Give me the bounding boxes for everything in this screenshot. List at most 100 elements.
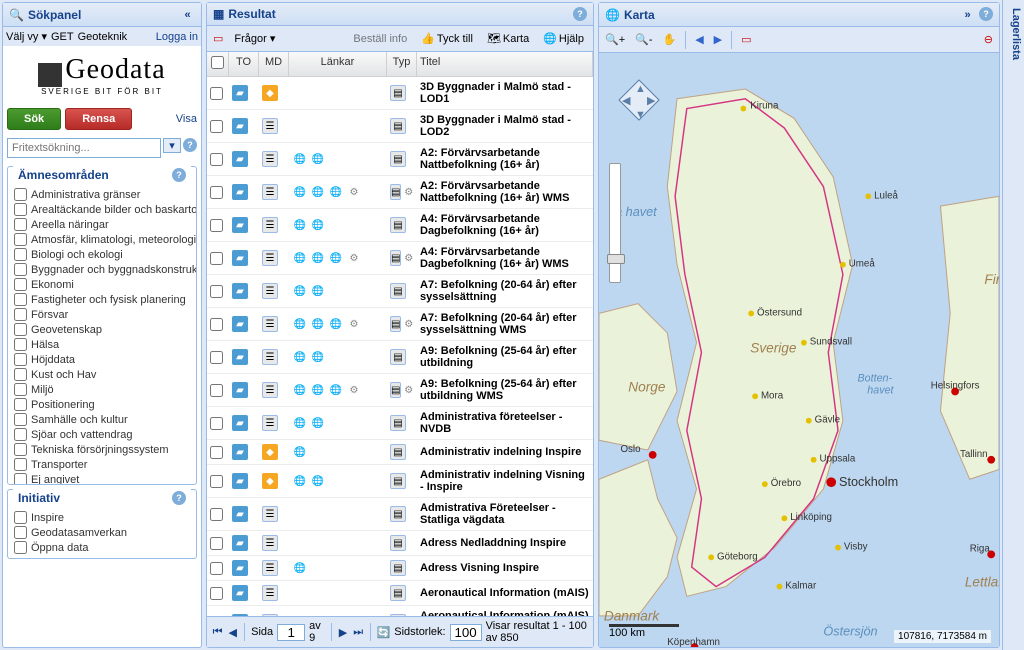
doc-icon[interactable]: ☰ [262, 184, 278, 200]
clear-button[interactable]: Rensa [65, 108, 132, 130]
doc-icon[interactable]: ☰ [262, 585, 278, 601]
subject-checkbox[interactable] [14, 368, 27, 381]
layer-icon[interactable]: ▰ [232, 560, 248, 576]
last-page-icon[interactable]: ⏭ [353, 625, 364, 640]
globe-icon[interactable]: 🌐 [310, 217, 326, 233]
subject-checkbox[interactable] [14, 353, 27, 366]
collapse-left-icon[interactable]: « [180, 7, 195, 22]
gear-icon[interactable]: ⚙ [346, 382, 362, 398]
globe-icon[interactable]: 🌐 [292, 151, 308, 167]
subject-checkbox[interactable] [14, 203, 27, 216]
globe-icon[interactable]: 🌐 [292, 415, 308, 431]
select-view-dropdown[interactable]: Välj vy ▾ [6, 30, 47, 43]
row-checkbox[interactable] [210, 384, 223, 397]
subject-checkbox[interactable] [14, 443, 27, 456]
layer-icon[interactable]: ▰ [232, 184, 248, 200]
globe-icon[interactable]: 🌐 [310, 473, 326, 489]
row-checkbox[interactable] [210, 562, 223, 575]
layer-icon[interactable]: ▰ [232, 415, 248, 431]
gear-icon[interactable]: ⚙ [346, 184, 362, 200]
search-button[interactable]: Sök [7, 108, 61, 130]
expand-right-icon[interactable]: » [960, 7, 975, 22]
pagesize-input[interactable] [450, 624, 482, 641]
subject-checkbox[interactable] [14, 428, 27, 441]
next-page-icon[interactable]: ▶ [337, 625, 348, 640]
initiative-checkbox[interactable] [14, 541, 27, 554]
globe-icon[interactable]: 🌐 [292, 217, 308, 233]
layer-icon[interactable]: ▰ [232, 316, 248, 332]
layer-icon[interactable]: ▰ [232, 506, 248, 522]
globe-icon[interactable]: 🌐 [310, 316, 326, 332]
globe-icon[interactable]: 🌐 [328, 184, 344, 200]
globe-icon[interactable]: 🌐 [310, 382, 326, 398]
row-checkbox[interactable] [210, 537, 223, 550]
zoom-in-icon[interactable]: 🔍+ [602, 30, 628, 49]
show-link[interactable]: Visa [176, 113, 197, 125]
row-checkbox[interactable] [210, 219, 223, 232]
doc-icon[interactable]: ☰ [262, 250, 278, 266]
subject-checkbox[interactable] [14, 458, 27, 471]
row-checkbox[interactable] [210, 417, 223, 430]
layer-icon[interactable]: ▰ [232, 349, 248, 365]
table-row[interactable]: ▰☰🌐🌐▤A4: Förvärvsarbetande Dagbefolkning… [207, 209, 593, 242]
next-extent-icon[interactable]: ▶ [711, 30, 725, 49]
layer-icon[interactable]: ▰ [232, 217, 248, 233]
table-row[interactable]: ▰◆🌐▤Administrativ indelning Inspire [207, 440, 593, 465]
metadata-icon[interactable]: ◆ [262, 85, 278, 101]
pan-icon[interactable]: ✋ [659, 30, 679, 49]
subject-checkbox[interactable] [14, 308, 27, 321]
layer-icon[interactable]: ▰ [232, 535, 248, 551]
layer-icon[interactable]: ▰ [232, 250, 248, 266]
row-checkbox[interactable] [210, 87, 223, 100]
globe-icon[interactable]: 🌐 [310, 349, 326, 365]
table-row[interactable]: ▰☰🌐▤Adress Visning Inspire [207, 556, 593, 581]
row-checkbox[interactable] [210, 186, 223, 199]
gear-icon[interactable]: ⚙ [346, 250, 362, 266]
table-row[interactable]: ▰◆▤3D Byggnader i Malmö stad - LOD1 [207, 77, 593, 110]
table-row[interactable]: ▰☰🌐🌐🌐⚙▤⚙A9: Befolkning (25-64 år) efter … [207, 374, 593, 407]
help-icon[interactable]: ? [183, 138, 197, 152]
geoteknik-link[interactable]: Geoteknik [78, 31, 128, 43]
layer-icon[interactable]: ▰ [232, 118, 248, 134]
subject-checkbox[interactable] [14, 398, 27, 411]
globe-icon[interactable]: 🌐 [292, 283, 308, 299]
first-page-icon[interactable]: ⏮ [212, 625, 223, 640]
help-icon[interactable]: ? [172, 168, 186, 182]
freetext-search-input[interactable] [7, 138, 161, 158]
subject-checkbox[interactable] [14, 218, 27, 231]
subject-checkbox[interactable] [14, 413, 27, 426]
row-checkbox[interactable] [210, 587, 223, 600]
doc-icon[interactable]: ☰ [262, 316, 278, 332]
initiative-checkbox[interactable] [14, 526, 27, 539]
doc-icon[interactable]: ☰ [262, 349, 278, 365]
metadata-icon[interactable]: ◆ [262, 473, 278, 489]
globe-icon[interactable]: 🌐 [292, 560, 308, 576]
subject-checkbox[interactable] [14, 293, 27, 306]
row-checkbox[interactable] [210, 475, 223, 488]
get-link[interactable]: GET [51, 31, 74, 43]
help-icon[interactable]: ? [172, 491, 186, 505]
row-checkbox[interactable] [210, 252, 223, 265]
layer-icon[interactable]: ▰ [232, 585, 248, 601]
refresh-icon[interactable]: 🔄 [377, 625, 391, 640]
doc-icon[interactable]: ☰ [262, 118, 278, 134]
subject-checkbox[interactable] [14, 473, 27, 484]
layer-icon[interactable]: ▰ [232, 151, 248, 167]
doc-icon[interactable]: ☰ [262, 283, 278, 299]
globe-icon[interactable]: 🌐 [292, 250, 308, 266]
globe-icon[interactable]: 🌐 [310, 250, 326, 266]
globe-icon[interactable]: 🌐 [292, 444, 308, 460]
zoom-slider[interactable] [609, 163, 621, 283]
stop-icon[interactable]: ⊖ [981, 30, 996, 49]
globe-icon[interactable]: 🌐 [328, 316, 344, 332]
globe-icon[interactable]: 🌐 [292, 382, 308, 398]
subject-checkbox[interactable] [14, 188, 27, 201]
subject-checkbox[interactable] [14, 248, 27, 261]
gear-icon[interactable]: ⚙ [346, 316, 362, 332]
layer-icon[interactable]: ▰ [232, 473, 248, 489]
table-row[interactable]: ▰☰🌐🌐▤Administrativa företeelser - NVDB [207, 407, 593, 440]
row-checkbox[interactable] [210, 508, 223, 521]
table-row[interactable]: ▰☰🌐🌐🌐⚙▤⚙A2: Förvärvsarbetande Nattbefolk… [207, 176, 593, 209]
doc-icon[interactable]: ☰ [262, 151, 278, 167]
globe-icon[interactable]: 🌐 [310, 415, 326, 431]
